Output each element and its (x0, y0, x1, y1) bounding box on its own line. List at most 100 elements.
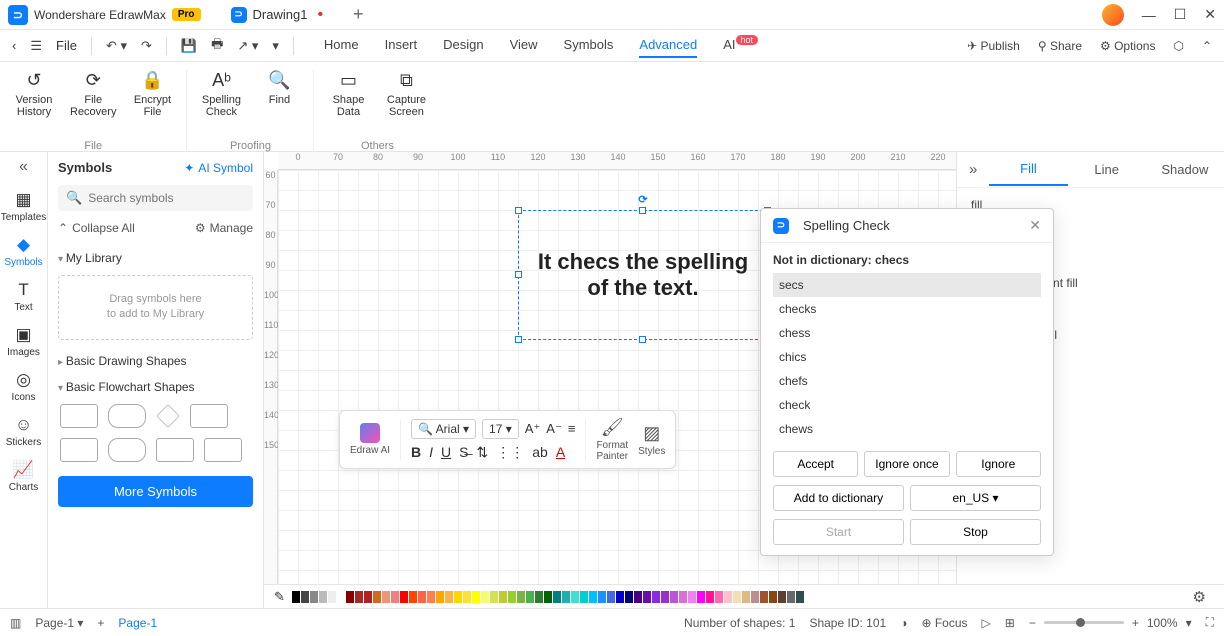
minimize-icon[interactable]: — (1142, 7, 1156, 23)
floating-format-bar[interactable]: Edraw AI 🔍 Arial ▾ 17 ▾ A⁺ A⁻ ≡ B I U S̶… (339, 410, 676, 469)
rail-item-symbols[interactable]: ◆Symbols (0, 229, 48, 274)
zoom-control[interactable]: − + 100% ▾ (1029, 616, 1192, 630)
color-swatch[interactable] (364, 591, 372, 603)
document-tab[interactable]: ⊃ Drawing1 • (221, 4, 334, 26)
bold-icon[interactable]: B (411, 444, 421, 461)
ribbon-button[interactable]: 🔒Encrypt File (130, 70, 174, 118)
color-swatch[interactable] (733, 591, 741, 603)
color-swatch[interactable] (742, 591, 750, 603)
resize-handle[interactable] (515, 207, 522, 214)
new-tab-button[interactable]: + (353, 4, 364, 25)
color-swatch[interactable] (373, 591, 381, 603)
shape-rounded[interactable] (108, 404, 146, 428)
color-swatch[interactable] (553, 591, 561, 603)
zoom-slider[interactable] (1044, 621, 1124, 624)
color-swatch[interactable] (769, 591, 777, 603)
ribbon-button[interactable]: AᵇSpelling Check (199, 70, 243, 118)
ribbon-button[interactable]: ▭Shape Data (326, 70, 370, 118)
file-menu[interactable]: File (56, 38, 77, 53)
suggestion-item[interactable]: chefs (773, 369, 1041, 393)
edraw-ai-button[interactable]: Edraw AI (350, 423, 390, 456)
color-swatch[interactable] (409, 591, 417, 603)
close-icon[interactable]: ✕ (1204, 6, 1216, 23)
rail-item-stickers[interactable]: ☺Stickers (0, 409, 48, 454)
options-button[interactable]: ⚙ Options (1100, 39, 1155, 53)
shape-rect3[interactable] (60, 438, 98, 462)
drop-zone[interactable]: Drag symbols here to add to My Library (58, 275, 253, 340)
save-icon[interactable]: 💾 (181, 38, 197, 54)
rotate-handle-icon[interactable]: ⟳ (638, 193, 647, 206)
hamburger-icon[interactable]: ☰ (30, 38, 42, 54)
stop-button[interactable]: Stop (910, 519, 1041, 545)
more-symbols-button[interactable]: More Symbols (58, 476, 253, 507)
toggle-icon[interactable]: ◑ (900, 616, 907, 630)
maximize-icon[interactable]: ☐ (1174, 6, 1187, 23)
color-swatch[interactable] (337, 591, 345, 603)
color-swatch[interactable] (427, 591, 435, 603)
bullets-icon[interactable]: ⋮⋮ (496, 444, 524, 461)
color-swatch[interactable] (589, 591, 597, 603)
align-icon[interactable]: ≡ (568, 421, 576, 436)
color-swatch[interactable] (787, 591, 795, 603)
ribbon-button[interactable]: ⧉Capture Screen (384, 70, 428, 118)
shape-rect5[interactable] (204, 438, 242, 462)
color-swatch[interactable] (670, 591, 678, 603)
color-swatch[interactable] (571, 591, 579, 603)
line-spacing-icon[interactable]: ⇅ (477, 444, 489, 461)
color-swatch[interactable] (634, 591, 642, 603)
rail-item-charts[interactable]: 📈Charts (0, 454, 48, 499)
focus-button[interactable]: ⊕ Focus (921, 616, 967, 630)
resize-handle[interactable] (639, 336, 646, 343)
add-dictionary-button[interactable]: Add to dictionary (773, 485, 904, 511)
gear-icon[interactable]: ⚙ (1193, 588, 1214, 606)
suggestion-item[interactable]: checks (773, 297, 1041, 321)
tab-shadow[interactable]: Shadow (1146, 154, 1224, 185)
color-swatch[interactable] (751, 591, 759, 603)
basic-flowchart-section[interactable]: Basic Flowchart Shapes (58, 374, 253, 400)
font-select[interactable]: 🔍 Arial ▾ (411, 419, 476, 439)
collapse-all-button[interactable]: ⌃ Collapse All (58, 221, 135, 235)
menu-view[interactable]: View (510, 33, 538, 58)
color-swatch[interactable] (580, 591, 588, 603)
color-swatch[interactable] (418, 591, 426, 603)
avatar[interactable] (1102, 4, 1124, 26)
format-painter-button[interactable]: 🖌 Format Painter (596, 417, 628, 462)
undo-icon[interactable]: ↶ ▾ (106, 38, 127, 54)
menu-symbols[interactable]: Symbols (564, 33, 614, 58)
color-swatch[interactable] (517, 591, 525, 603)
color-swatch[interactable] (625, 591, 633, 603)
redo-icon[interactable]: ↷ (141, 38, 152, 54)
resize-handle[interactable] (515, 271, 522, 278)
color-swatch[interactable] (778, 591, 786, 603)
suggestion-item[interactable]: check (773, 393, 1041, 417)
shape-rect[interactable] (60, 404, 98, 428)
resize-handle[interactable] (639, 207, 646, 214)
strike-icon[interactable]: S̶ (459, 444, 468, 461)
zoom-in-icon[interactable]: + (1132, 616, 1139, 630)
color-swatch[interactable] (355, 591, 363, 603)
eyedropper-icon[interactable]: ✎ (274, 589, 285, 605)
ignore-button[interactable]: Ignore (956, 451, 1041, 477)
menu-advanced[interactable]: Advanced (639, 33, 697, 58)
increase-font-icon[interactable]: A⁺ (525, 421, 541, 437)
color-swatch[interactable] (616, 591, 624, 603)
color-swatch[interactable] (715, 591, 723, 603)
color-swatch[interactable] (472, 591, 480, 603)
ribbon-button[interactable]: 🔍Find (257, 70, 301, 118)
color-swatch[interactable] (400, 591, 408, 603)
dialog-close-icon[interactable]: ✕ (1029, 217, 1041, 234)
play-icon[interactable]: ▷ (982, 616, 991, 630)
color-swatch[interactable] (796, 591, 804, 603)
expand-right-icon[interactable]: » (957, 161, 989, 178)
color-swatch[interactable] (562, 591, 570, 603)
print-icon[interactable]: 🖶 (211, 35, 223, 57)
search-input[interactable] (88, 191, 245, 205)
color-swatch[interactable] (454, 591, 462, 603)
ribbon-button[interactable]: ⟳File Recovery (70, 70, 116, 118)
menu-insert[interactable]: Insert (385, 33, 418, 58)
shape-rect2[interactable] (190, 404, 228, 428)
color-swatch[interactable] (445, 591, 453, 603)
zoom-value[interactable]: 100% (1147, 616, 1178, 630)
collapse-rail-icon[interactable]: « (19, 158, 28, 176)
color-swatch[interactable] (643, 591, 651, 603)
